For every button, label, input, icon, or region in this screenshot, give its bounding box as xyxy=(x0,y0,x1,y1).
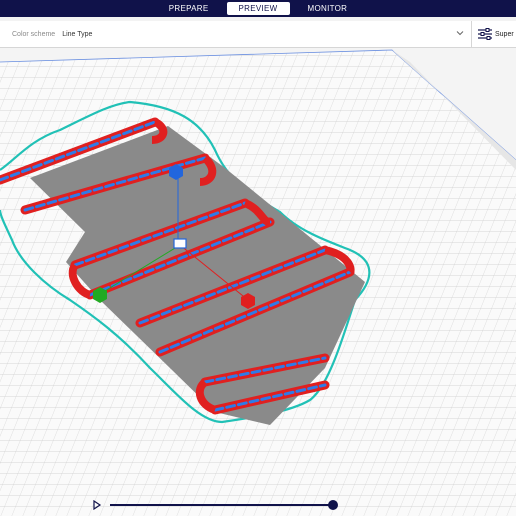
layer-slider-thumb[interactable] xyxy=(328,500,338,510)
tab-prepare[interactable]: PREPARE xyxy=(157,2,221,15)
play-icon[interactable] xyxy=(92,500,102,510)
sliders-icon xyxy=(478,28,492,40)
settings-panel-button[interactable]: Super xyxy=(478,21,514,47)
stage-bar: PREPARE PREVIEW MONITOR xyxy=(0,0,516,17)
origin-marker xyxy=(173,238,187,249)
tab-preview[interactable]: PREVIEW xyxy=(226,2,290,15)
color-scheme-dropdown[interactable] xyxy=(0,21,470,47)
tab-monitor[interactable]: MONITOR xyxy=(296,2,360,15)
settings-panel-label: Super xyxy=(495,30,514,38)
chevron-down-icon[interactable] xyxy=(456,29,464,37)
divider xyxy=(471,21,472,47)
preview-viewport[interactable] xyxy=(0,48,516,516)
layer-slider xyxy=(92,497,342,513)
layer-slider-track[interactable] xyxy=(110,504,332,506)
color-scheme-bar: Color scheme Line Type Super xyxy=(0,21,516,48)
